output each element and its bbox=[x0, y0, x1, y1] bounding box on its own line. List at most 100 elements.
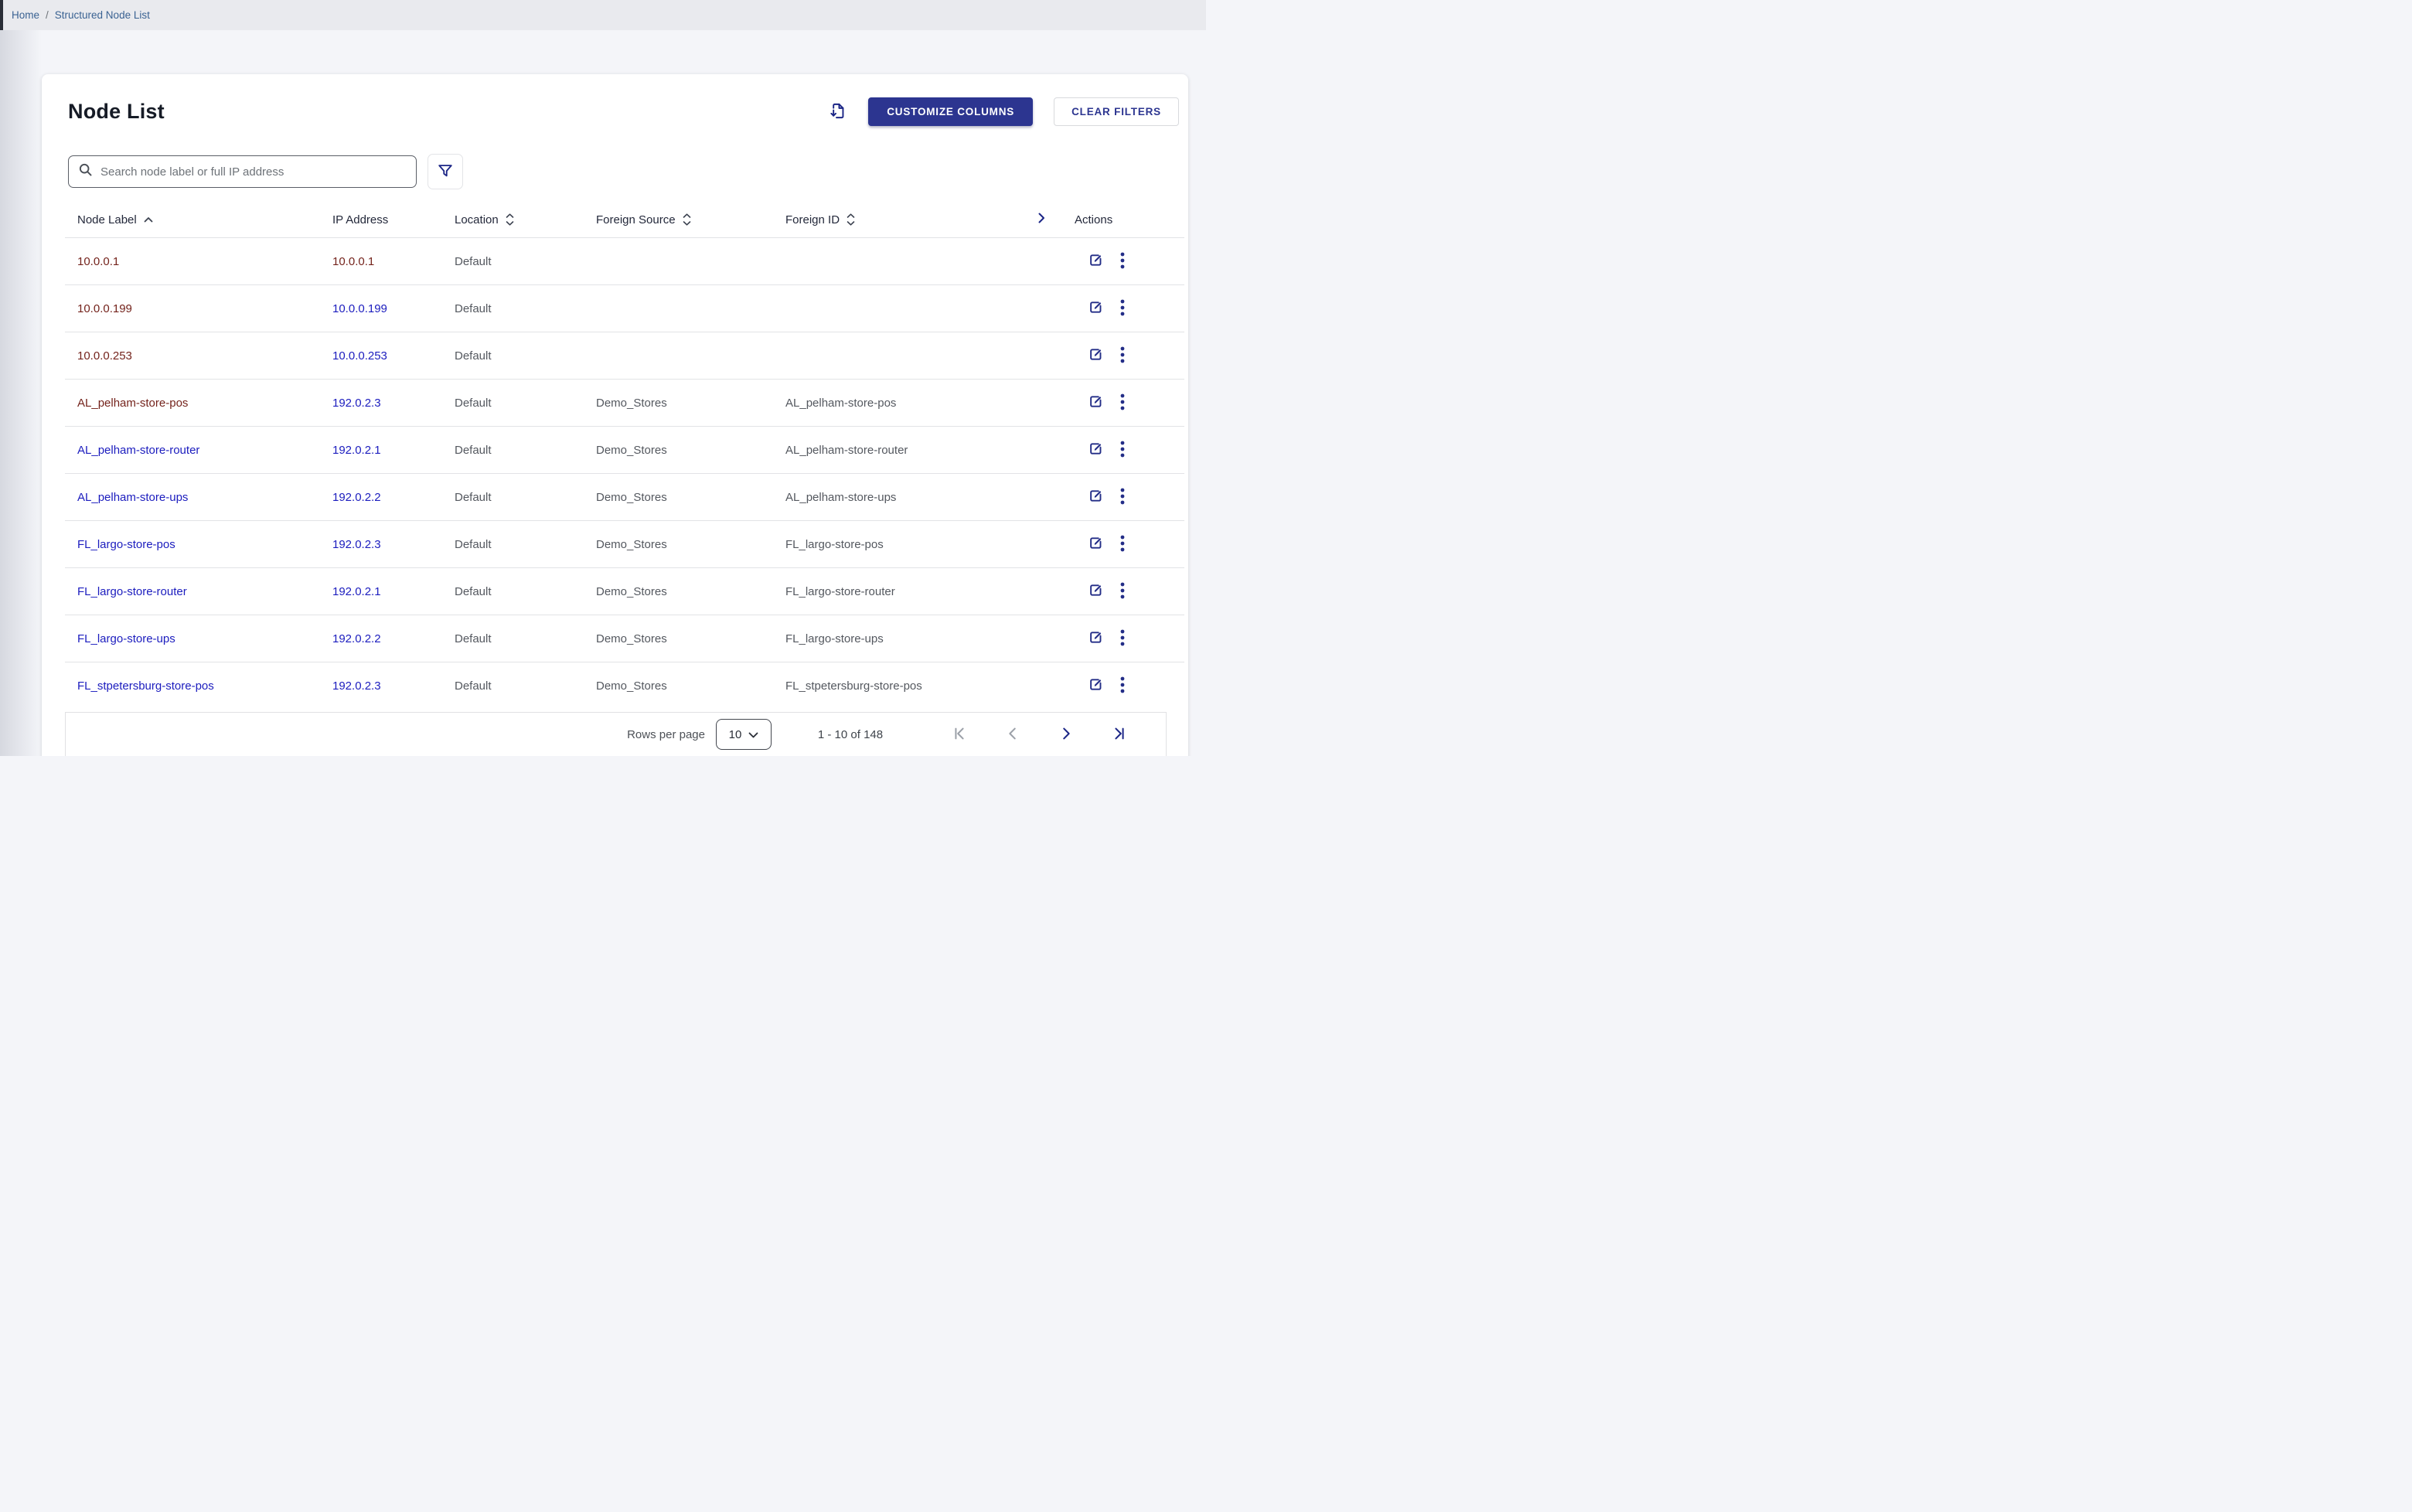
edit-node-button[interactable] bbox=[1088, 677, 1103, 694]
ip-link[interactable]: 192.0.2.3 bbox=[332, 397, 381, 410]
breadcrumb-current-link[interactable]: Structured Node List bbox=[55, 9, 150, 21]
rows-per-page-select[interactable]: 10 bbox=[716, 719, 772, 750]
table-header-row: Node Label IP Address Location bbox=[65, 205, 1184, 238]
export-button[interactable] bbox=[830, 102, 847, 122]
node-label-link[interactable]: AL_pelham-store-ups bbox=[77, 491, 188, 504]
ip-link[interactable]: 192.0.2.1 bbox=[332, 444, 381, 457]
row-menu-button[interactable] bbox=[1120, 488, 1125, 507]
previous-page-button[interactable] bbox=[986, 725, 1039, 744]
node-list-card: Node List CUSTOMIZE COLUMNS CLEAR FI bbox=[42, 74, 1188, 756]
ip-link[interactable]: 10.0.0.1 bbox=[332, 255, 374, 268]
ip-link[interactable]: 192.0.2.3 bbox=[332, 679, 381, 693]
edit-node-button[interactable] bbox=[1088, 300, 1103, 317]
filter-funnel-icon bbox=[437, 162, 454, 182]
next-page-button[interactable] bbox=[1039, 725, 1092, 744]
table-row: AL_pelham-store-ups 192.0.2.2 Default De… bbox=[65, 474, 1184, 521]
kebab-menu-icon bbox=[1120, 629, 1125, 649]
row-menu-button[interactable] bbox=[1120, 629, 1125, 649]
filter-button[interactable] bbox=[428, 154, 463, 189]
header-actions: CUSTOMIZE COLUMNS CLEAR FILTERS bbox=[830, 97, 1179, 126]
node-label-link[interactable]: 10.0.0.1 bbox=[77, 255, 119, 268]
row-menu-button[interactable] bbox=[1120, 299, 1125, 318]
row-menu-button[interactable] bbox=[1120, 346, 1125, 366]
node-table-wrap: Node Label IP Address Location bbox=[65, 205, 1167, 709]
node-label-link[interactable]: 10.0.0.199 bbox=[77, 302, 132, 315]
edit-node-button[interactable] bbox=[1088, 253, 1103, 270]
foreign-id-cell: FL_stpetersburg-store-pos bbox=[785, 679, 922, 693]
location-cell: Default bbox=[455, 585, 492, 598]
ip-link[interactable]: 192.0.2.2 bbox=[332, 632, 381, 645]
foreign-source-cell: Demo_Stores bbox=[596, 538, 667, 551]
row-actions bbox=[1075, 238, 1178, 284]
column-header-ip-address[interactable]: IP Address bbox=[332, 213, 388, 226]
edit-node-button[interactable] bbox=[1088, 630, 1103, 647]
node-label-link[interactable]: FL_stpetersburg-store-pos bbox=[77, 679, 214, 693]
search-row bbox=[42, 126, 1188, 189]
row-actions bbox=[1075, 662, 1178, 709]
left-edge-shadow bbox=[0, 30, 42, 756]
location-cell: Default bbox=[455, 491, 492, 504]
table-row: FL_largo-store-router 192.0.2.1 Default … bbox=[65, 568, 1184, 615]
sort-asc-icon bbox=[144, 216, 153, 223]
row-menu-button[interactable] bbox=[1120, 252, 1125, 271]
search-input[interactable] bbox=[100, 165, 407, 179]
foreign-source-cell: Demo_Stores bbox=[596, 679, 667, 693]
last-page-button[interactable] bbox=[1092, 725, 1146, 744]
ip-link[interactable]: 192.0.2.2 bbox=[332, 491, 381, 504]
edit-node-button[interactable] bbox=[1088, 347, 1103, 364]
kebab-menu-icon bbox=[1120, 252, 1125, 271]
clear-filters-button[interactable]: CLEAR FILTERS bbox=[1054, 97, 1179, 126]
column-header-location[interactable]: Location bbox=[455, 213, 514, 226]
first-page-button[interactable] bbox=[932, 725, 986, 744]
location-cell: Default bbox=[455, 302, 492, 315]
edit-node-button[interactable] bbox=[1088, 441, 1103, 458]
edit-node-button[interactable] bbox=[1088, 536, 1103, 553]
edit-node-button[interactable] bbox=[1088, 489, 1103, 506]
kebab-menu-icon bbox=[1120, 535, 1125, 554]
node-table: Node Label IP Address Location bbox=[65, 205, 1184, 709]
edit-pencil-icon bbox=[1088, 630, 1103, 647]
foreign-id-cell: AL_pelham-store-router bbox=[785, 444, 908, 457]
ip-link[interactable]: 10.0.0.253 bbox=[332, 349, 387, 363]
column-header-actions: Actions bbox=[1075, 213, 1112, 226]
ip-link[interactable]: 10.0.0.199 bbox=[332, 302, 387, 315]
row-menu-button[interactable] bbox=[1120, 535, 1125, 554]
node-label-link[interactable]: FL_largo-store-ups bbox=[77, 632, 175, 645]
row-menu-button[interactable] bbox=[1120, 582, 1125, 601]
node-label-link[interactable]: FL_largo-store-router bbox=[77, 585, 187, 598]
location-cell: Default bbox=[455, 538, 492, 551]
row-menu-button[interactable] bbox=[1120, 441, 1125, 460]
node-label-link[interactable]: FL_largo-store-pos bbox=[77, 538, 175, 551]
node-label-link[interactable]: AL_pelham-store-router bbox=[77, 444, 199, 457]
breadcrumb-separator: / bbox=[46, 9, 49, 21]
ip-link[interactable]: 192.0.2.3 bbox=[332, 538, 381, 551]
node-label-link[interactable]: AL_pelham-store-pos bbox=[77, 397, 188, 410]
location-cell: Default bbox=[455, 397, 492, 410]
kebab-menu-icon bbox=[1120, 582, 1125, 601]
row-menu-button[interactable] bbox=[1120, 676, 1125, 696]
expand-columns-button[interactable] bbox=[1037, 213, 1046, 226]
edit-node-button[interactable] bbox=[1088, 394, 1103, 411]
pagination-range: 1 - 10 of 148 bbox=[804, 728, 897, 741]
node-list-page: Home / Structured Node List Node List bbox=[0, 0, 1206, 756]
breadcrumb-home-link[interactable]: Home bbox=[12, 9, 39, 21]
ip-link[interactable]: 192.0.2.1 bbox=[332, 585, 381, 598]
column-header-foreign-source[interactable]: Foreign Source bbox=[596, 213, 691, 226]
customize-columns-button[interactable]: CUSTOMIZE COLUMNS bbox=[868, 97, 1033, 126]
row-actions bbox=[1075, 380, 1178, 426]
row-actions bbox=[1075, 615, 1178, 662]
edit-pencil-icon bbox=[1088, 536, 1103, 553]
foreign-source-cell: Demo_Stores bbox=[596, 585, 667, 598]
foreign-source-cell: Demo_Stores bbox=[596, 397, 667, 410]
foreign-id-cell: FL_largo-store-ups bbox=[785, 632, 884, 645]
foreign-id-cell: FL_largo-store-router bbox=[785, 585, 895, 598]
kebab-menu-icon bbox=[1120, 393, 1125, 413]
node-label-link[interactable]: 10.0.0.253 bbox=[77, 349, 132, 363]
row-menu-button[interactable] bbox=[1120, 393, 1125, 413]
edit-pencil-icon bbox=[1088, 347, 1103, 364]
column-header-foreign-id[interactable]: Foreign ID bbox=[785, 213, 855, 226]
breadcrumb: Home / Structured Node List bbox=[0, 0, 1206, 30]
edit-node-button[interactable] bbox=[1088, 583, 1103, 600]
chevron-left-icon bbox=[1004, 725, 1021, 744]
column-header-node-label[interactable]: Node Label bbox=[77, 213, 153, 226]
